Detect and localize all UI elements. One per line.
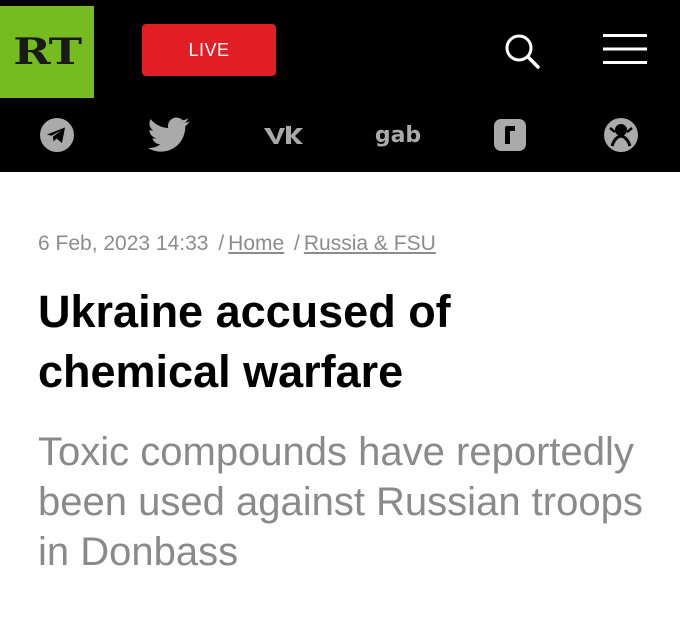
breadcrumb: 6 Feb, 2023 14:33 /Home / Russia & FSU [38,232,436,256]
gab-icon: gab [374,122,422,148]
rt-logo[interactable]: RT [0,6,94,98]
menu-icon[interactable] [603,32,647,66]
article-subheadline: Toxic compounds have reportedly been use… [38,430,643,574]
social-bar: gab [0,98,680,172]
article-headline: Ukraine accused of chemical warfare [38,286,451,397]
gab-link[interactable]: gab [370,116,426,154]
article-timestamp: 6 Feb, 2023 14:33 [38,232,209,255]
rumble-icon [494,119,526,151]
logo-text: RT [13,31,82,73]
live-button[interactable]: LIVE [142,24,276,76]
twitter-icon [148,117,190,152]
breadcrumb-home-link[interactable]: Home [228,232,284,255]
odysee-icon [604,118,638,152]
telegram-icon [40,118,74,152]
search-icon[interactable] [503,32,541,70]
breadcrumb-separator: / [294,232,300,255]
breadcrumb-separator: / [218,232,225,255]
vk-link[interactable] [262,116,304,154]
telegram-link[interactable] [38,116,76,154]
twitter-link[interactable] [148,116,190,154]
vk-icon [264,126,303,144]
rumble-link[interactable] [493,116,527,154]
breadcrumb-section-link[interactable]: Russia & FSU [304,232,436,255]
top-bar: RT LIVE [0,0,680,98]
odysee-link[interactable] [602,116,640,154]
